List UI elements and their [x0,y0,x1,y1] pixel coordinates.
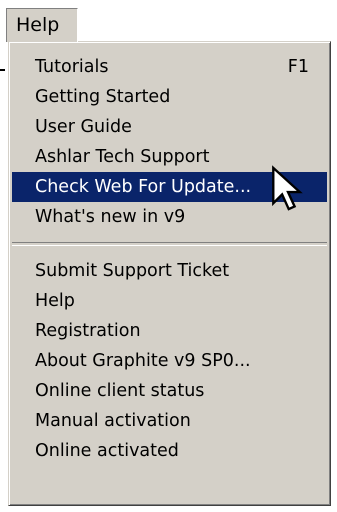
menu-item-label: Online client status [35,381,205,401]
menu-item-label: Submit Support Ticket [35,261,230,281]
menu-item-registration[interactable]: Registration [12,316,327,346]
help-menu-label: Help [16,14,60,36]
arrow-cursor-icon [272,165,303,211]
menu-item-label: Ashlar Tech Support [35,147,210,167]
menu-item-label: Help [35,291,75,311]
help-menu-button[interactable]: Help [6,8,78,42]
menu-separator [12,242,327,246]
menu-item-label: User Guide [35,117,132,137]
menu-item-label: Check Web For Update... [35,177,252,197]
menu-item-label: What's new in v9 [35,207,186,227]
menu-item-label: Tutorials [35,57,109,77]
shortcut-label: F1 [287,57,309,77]
menu-item-manual-activation[interactable]: Manual activation [12,406,327,436]
menu-item-submit-support-ticket[interactable]: Submit Support Ticket [12,256,327,286]
menu-item-label: About Graphite v9 SP0... [35,351,251,371]
menu-item-label: Online activated [35,441,179,461]
menu-item-label: Manual activation [35,411,191,431]
menu-item-label: Registration [35,321,141,341]
menu-bar: Help [0,0,337,42]
help-dropdown-menu: Tutorials F1 Getting Started User Guide … [8,41,331,506]
menu-item-getting-started[interactable]: Getting Started [12,82,327,112]
menu-item-help[interactable]: Help [12,286,327,316]
menu-item-tutorials[interactable]: Tutorials F1 [12,52,327,82]
menu-item-online-client-status[interactable]: Online client status [12,376,327,406]
background-window-mark [0,69,5,71]
menu-item-user-guide[interactable]: User Guide [12,112,327,142]
menu-item-online-activated[interactable]: Online activated [12,436,327,466]
menu-item-about-graphite[interactable]: About Graphite v9 SP0... [12,346,327,376]
menu-item-label: Getting Started [35,87,171,107]
